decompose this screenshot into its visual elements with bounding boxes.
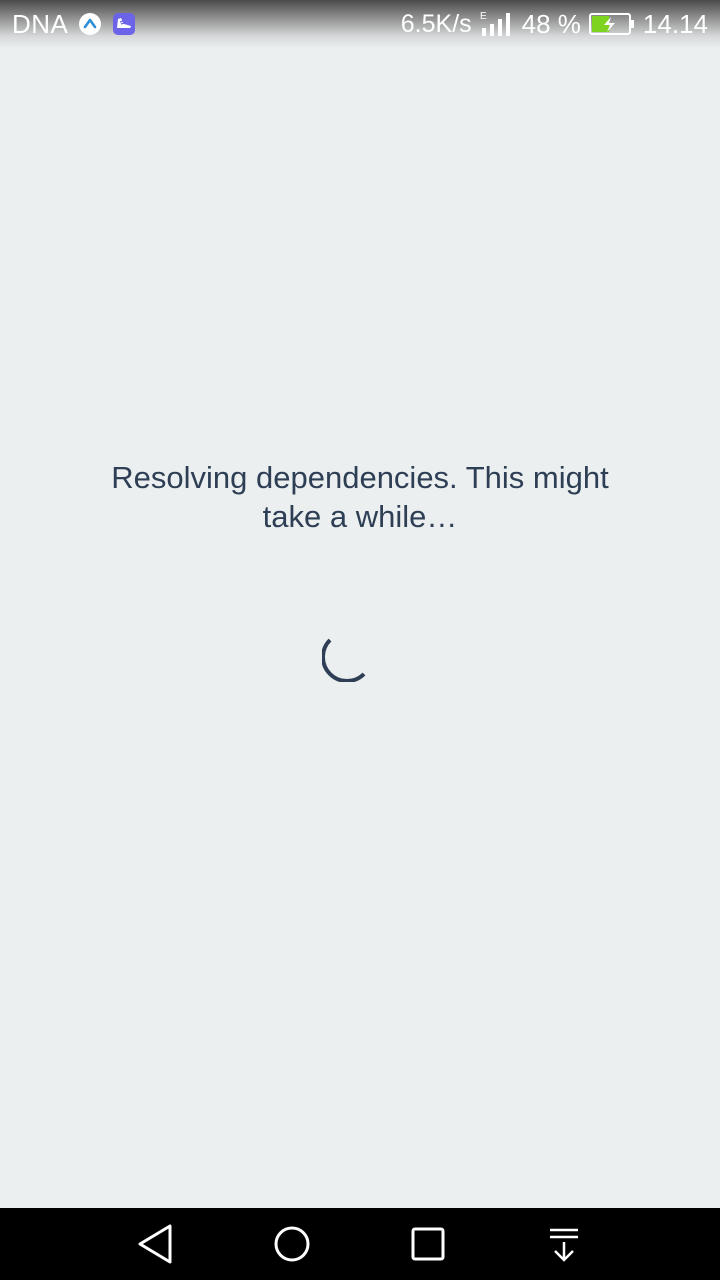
carrier-label: DNA	[12, 8, 69, 39]
home-icon[interactable]	[270, 1222, 314, 1266]
recents-icon[interactable]	[406, 1222, 450, 1266]
signal-icon: E	[480, 11, 510, 36]
notification-pull-down-icon[interactable]	[542, 1222, 586, 1266]
battery-percent: 48 %	[521, 8, 581, 39]
status-bar-left: DNA	[12, 8, 136, 40]
loading-message: Resolving dependencies. This might take …	[111, 460, 609, 534]
network-speed: 6.5K/s	[400, 9, 472, 38]
loading-screen: Resolving dependencies. This might take …	[0, 48, 720, 1208]
clock: 14.14	[642, 8, 708, 39]
battery-charging-icon	[588, 13, 634, 35]
status-bar-right: 6.5K/s E 48 % 14.14	[401, 8, 708, 40]
app-a-icon	[78, 12, 102, 36]
navigation-bar	[0, 1208, 720, 1280]
shoe-app-icon	[112, 12, 136, 36]
status-bar: DNA 6.5K/s E 48 % 14.14	[0, 0, 720, 48]
back-icon[interactable]	[134, 1222, 178, 1266]
network-type-label: E	[480, 11, 487, 22]
loading-spinner-icon	[322, 638, 366, 682]
